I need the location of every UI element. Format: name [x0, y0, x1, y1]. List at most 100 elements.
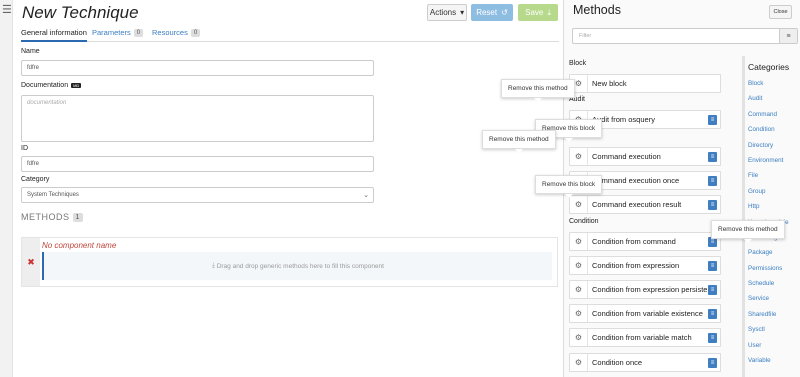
category-link-schedule[interactable]: Schedule: [748, 276, 800, 291]
category-link-sharedfile[interactable]: Sharedfile: [748, 307, 800, 322]
method-item[interactable]: ⚙ Condition from expression persistent ≡: [569, 280, 721, 299]
documentation-icon[interactable]: ≡: [708, 285, 717, 295]
category-link-user[interactable]: User: [748, 338, 800, 353]
method-item[interactable]: ⚙ Condition from command ≡: [569, 232, 721, 251]
method-name: Command execution result: [592, 200, 682, 209]
download-icon: ⤓: [547, 7, 551, 17]
documentation-icon[interactable]: ≡: [708, 115, 717, 125]
filter-placeholder: Filter: [579, 33, 592, 39]
caret-down-icon: ▾: [460, 8, 465, 17]
actions-label: Actions: [429, 8, 457, 17]
methods-list[interactable]: Block ⚙New block Audit ⚙Audit from osque…: [564, 56, 742, 377]
method-item[interactable]: ⚙ Condition once ≡: [569, 353, 721, 372]
documentation-icon[interactable]: ≡: [708, 309, 717, 319]
close-button[interactable]: Close: [769, 5, 792, 19]
category-link-package[interactable]: Package: [748, 245, 800, 260]
method-item[interactable]: ⚙ Condition from expression ≡: [569, 256, 721, 275]
method-name: Command execution once: [592, 176, 680, 185]
documentation-icon[interactable]: ≡: [708, 200, 717, 210]
tooltip-remove-method: Remove this method: [482, 130, 556, 153]
method-item[interactable]: ⚙ Command execution ≡: [569, 147, 721, 166]
method-name: Condition from variable existence: [592, 309, 703, 318]
category-link-environment[interactable]: Environment: [748, 153, 800, 168]
methods-panel-title: Methods: [573, 3, 621, 17]
category-label: Category: [21, 176, 50, 183]
tooltip-remove-block: Remove this block: [535, 175, 603, 198]
category-link-directory[interactable]: Directory: [748, 138, 800, 153]
category-link-command[interactable]: Command: [748, 107, 800, 122]
tab-label: Resources: [152, 28, 188, 37]
method-name: Command execution: [592, 152, 661, 161]
method-name: Condition from expression: [592, 261, 680, 270]
documentation-label-text: Documentation: [21, 82, 69, 89]
left-nav-strip: ☰: [0, 0, 13, 377]
menu-icon[interactable]: ☰: [2, 5, 12, 16]
chevron-down-icon: ⌄: [363, 192, 369, 199]
tab-general-information[interactable]: General information: [21, 28, 87, 42]
method-item[interactable]: ⚙ Condition from variable existence ≡: [569, 304, 721, 323]
remove-component-icon[interactable]: ✖: [22, 238, 40, 286]
methods-title: METHODS: [21, 212, 70, 222]
method-item[interactable]: ⚙ Condition from variable match ≡: [569, 328, 721, 347]
editor-tabs: General information Parameters 0 Resource…: [21, 24, 559, 42]
method-item[interactable]: ⚙ Command execution result ≡: [569, 195, 721, 214]
gear-icon: ⚙: [570, 257, 588, 274]
count-badge: 0: [133, 28, 144, 37]
filter-input[interactable]: Filter ≡: [572, 28, 798, 44]
tab-label: Parameters: [92, 28, 131, 37]
reset-button[interactable]: Reset ↺: [471, 4, 513, 21]
id-field[interactable]: fdfre: [21, 156, 374, 172]
gear-icon: ⚙: [570, 281, 588, 298]
documentation-icon[interactable]: ≡: [708, 333, 717, 343]
name-field[interactable]: fdfre: [21, 60, 374, 76]
method-drop-zone[interactable]: ⤓ Drag and drop generic methods here to …: [42, 252, 552, 280]
list-scrollbar[interactable]: [742, 56, 745, 377]
category-link-sysctl[interactable]: Sysctl: [748, 322, 800, 337]
categories-nav: Categories Block Audit Command Condition…: [748, 62, 800, 368]
technique-editor: New Technique Actions ▾ Reset ↺ Save ⤓ Gene…: [13, 0, 563, 377]
reset-label: Reset: [476, 8, 498, 17]
tab-label: General information: [21, 28, 87, 37]
categories-title: Categories: [748, 62, 790, 72]
method-name: Condition from command: [592, 237, 676, 246]
category-link-file[interactable]: File: [748, 168, 800, 183]
category-link-block[interactable]: Block: [748, 76, 800, 91]
undo-icon: ↺: [501, 8, 508, 17]
actions-button[interactable]: Actions ▾: [427, 4, 467, 21]
tooltip-remove-method: Remove this method: [501, 79, 575, 102]
category-link-service[interactable]: Service: [748, 291, 800, 306]
documentation-field[interactable]: documentation: [21, 95, 374, 142]
method-name: Condition once: [592, 358, 643, 367]
documentation-icon[interactable]: ≡: [708, 152, 717, 162]
category-link-condition[interactable]: Condition: [748, 122, 800, 137]
tab-resources[interactable]: Resources 0: [152, 28, 201, 37]
name-label: Name: [21, 48, 40, 55]
category-link-variable[interactable]: Variable: [748, 353, 800, 368]
category-link-group[interactable]: Group: [748, 184, 800, 199]
gear-icon: ⚙: [570, 305, 588, 322]
gear-icon: ⚙: [570, 148, 588, 165]
filter-options-icon[interactable]: ≡: [779, 29, 797, 43]
category-link-audit[interactable]: Audit: [748, 91, 800, 106]
component-name[interactable]: No component name: [42, 241, 116, 250]
method-name: Condition from variable match: [592, 333, 692, 342]
documentation-label: Documentation MD: [21, 82, 82, 89]
drop-zone-text: Drag and drop generic methods here to fi…: [216, 262, 384, 270]
id-label: ID: [21, 145, 28, 152]
category-select[interactable]: System Techniques ⌄: [21, 187, 374, 203]
method-item[interactable]: ⚙ New block: [569, 74, 721, 93]
documentation-icon[interactable]: ≡: [708, 261, 717, 271]
tab-parameters[interactable]: Parameters 0: [92, 28, 144, 37]
group-label: Condition: [569, 218, 599, 225]
methods-heading: METHODS 1: [21, 212, 83, 222]
page-title: New Technique: [22, 3, 139, 22]
category-link-http[interactable]: Http: [748, 199, 800, 214]
category-link-permissions[interactable]: Permissions: [748, 261, 800, 276]
methods-count-badge: 1: [72, 212, 83, 222]
gear-icon: ⚙: [570, 196, 588, 213]
documentation-icon[interactable]: ≡: [708, 176, 717, 186]
component-block[interactable]: ✖ No component name ⤓ Drag and drop gene…: [21, 237, 558, 287]
save-button[interactable]: Save ⤓: [518, 4, 558, 21]
method-name: Condition from expression persistent: [592, 285, 714, 294]
documentation-icon[interactable]: ≡: [708, 358, 717, 368]
